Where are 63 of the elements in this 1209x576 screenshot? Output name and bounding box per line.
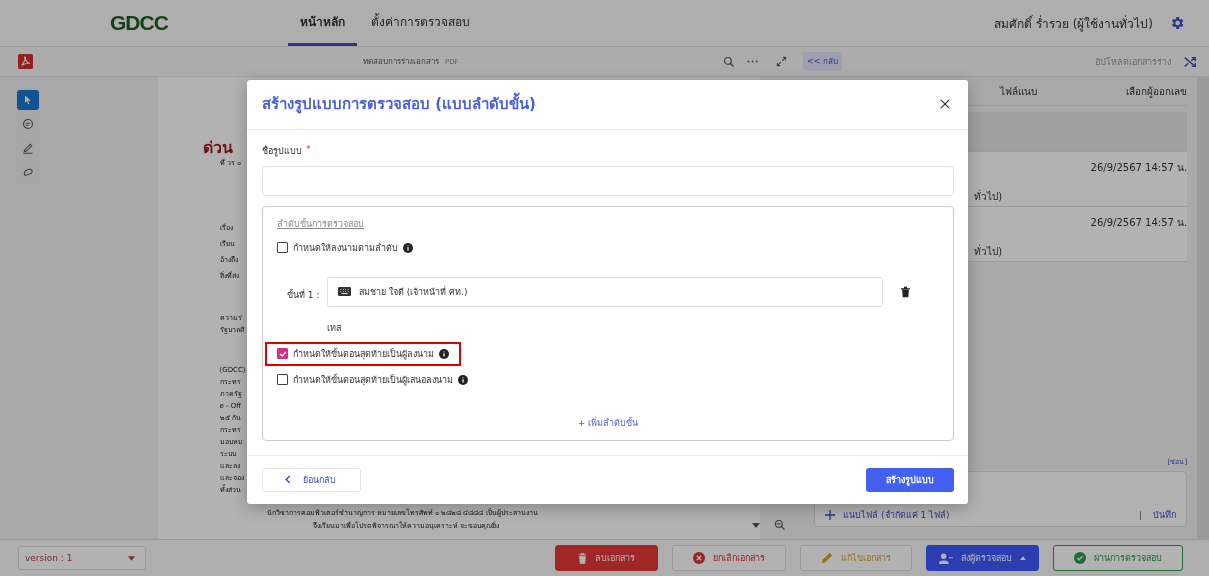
date-text: 26/9/2567 14:57 น. — [1090, 216, 1188, 230]
column-header: เลือกผู้ออกเลข — [1126, 84, 1188, 99]
back-button[interactable]: ย้อนกลับ — [262, 468, 361, 492]
section-link[interactable]: ลำดับขั้นการตรวจสอบ — [277, 216, 364, 231]
close-icon[interactable] — [940, 99, 950, 110]
expand-icon[interactable] — [776, 56, 787, 67]
chevron-left-icon — [285, 475, 291, 485]
info-icon — [439, 348, 449, 359]
trash-icon[interactable] — [901, 285, 910, 298]
step-label: ขั้นที่ 1 : — [287, 288, 321, 302]
logo: GDCC — [110, 11, 169, 35]
step-note: เทส — [327, 321, 342, 335]
checkbox-label: กำหนดให้ลงนามตามลำดับ — [293, 241, 398, 255]
name-input-field[interactable] — [262, 165, 954, 196]
role-text: ทั่วไป) — [974, 189, 1003, 204]
user-icon — [939, 552, 953, 564]
shuffle-icon[interactable] — [1183, 54, 1197, 69]
pen-icon — [21, 142, 34, 154]
caret-icon — [1020, 556, 1026, 560]
action-button[interactable]: ส่งผู้ตรวจสอบ — [926, 545, 1039, 571]
nav-tab[interactable]: ตั้งค่าการตรวจสอบ — [359, 0, 482, 46]
trash-icon — [578, 552, 587, 564]
more-icon[interactable] — [747, 60, 758, 63]
settings-icon[interactable] — [1169, 15, 1185, 31]
pdf-icon — [18, 54, 33, 69]
comment-icon — [21, 118, 34, 130]
save-link[interactable]: บันทึก — [1153, 508, 1177, 522]
approver-select[interactable]: สมชาย ใจดี (เจ้าหน้าที่ ศท.) — [327, 276, 883, 307]
keyboard-icon — [338, 287, 351, 297]
action-button[interactable]: ลบเอกสาร — [555, 545, 658, 571]
dialog-title: สร้างรูปแบบการตรวจสอบ (แบบลำดับขั้น) — [262, 92, 940, 117]
file-name: ทดสอบการร่างเอกสาร — [363, 56, 439, 68]
checkbox[interactable] — [277, 242, 288, 254]
date-text: 26/9/2567 14:57 น. — [1090, 161, 1188, 175]
required-mark: * — [306, 143, 311, 156]
field-label: ชื่อรูปแบบ — [262, 144, 302, 158]
caret-icon[interactable] — [752, 522, 761, 528]
checkbox-label: กำหนดให้ขั้นตอนสุดท้ายเป็นผู้ลงนาม — [293, 347, 434, 361]
action-button[interactable]: ยกเลิกเอกสาร — [672, 545, 786, 571]
info-icon — [458, 374, 468, 385]
back-button[interactable]: << กลับ — [803, 52, 842, 71]
check-icon — [1074, 552, 1086, 564]
plus-icon — [825, 510, 836, 520]
role-text: ทั่วไป) — [974, 244, 1003, 259]
zoom-out-icon[interactable] — [774, 519, 787, 531]
tool-button[interactable] — [16, 90, 39, 110]
urgent-label: ด่วน — [202, 139, 233, 157]
pencil-icon — [821, 552, 833, 564]
search-icon[interactable] — [723, 55, 735, 68]
caret-icon — [128, 555, 135, 561]
info-icon — [403, 242, 413, 253]
checkbox[interactable] — [277, 374, 288, 386]
action-button[interactable]: ผ่านการตรวจสอบ — [1053, 545, 1183, 571]
cancel-icon — [693, 552, 705, 564]
version-select[interactable]: version : 1 — [18, 546, 146, 570]
column-header: ไฟล์แนบ — [1000, 84, 1039, 99]
create-button[interactable]: สร้างรูปแบบ — [866, 468, 954, 492]
attach-file-link[interactable]: แนบไฟล์ (จำกัดแค่ 1 ไฟล์) — [825, 508, 950, 522]
checkbox-label: กำหนดให้ขั้นตอนสุดท้ายเป็นผู้เสนอลงนาม — [293, 373, 453, 387]
user-name: สมศักดิ์ ร่ำรวย (ผู้ใช้งานทั่วไป) — [994, 14, 1153, 33]
checkbox[interactable] — [277, 348, 288, 360]
add-step-link[interactable]: + เพิ่มลำดับขั้น — [577, 415, 639, 430]
lasso-icon — [21, 166, 34, 178]
